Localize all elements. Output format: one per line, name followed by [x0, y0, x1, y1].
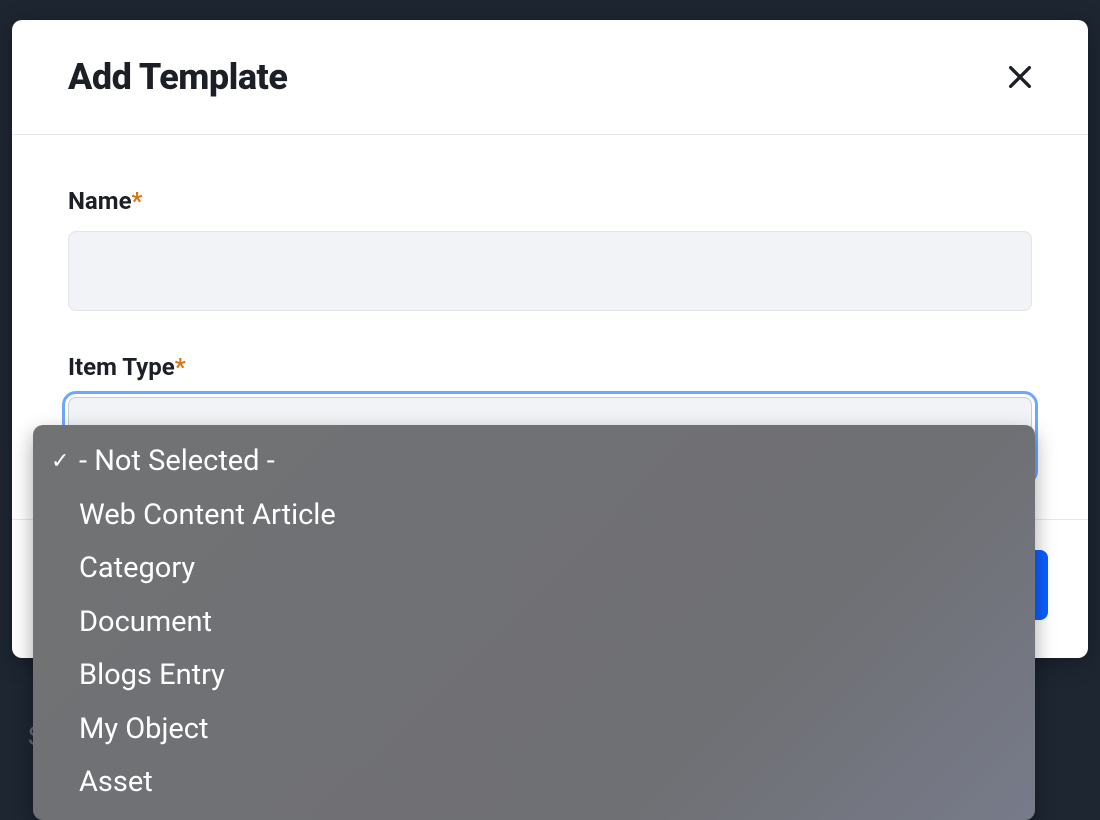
- dropdown-option-my-object[interactable]: My Object: [33, 703, 1035, 757]
- modal-title: Add Template: [68, 56, 287, 98]
- option-label: Blogs Entry: [79, 654, 1017, 698]
- option-label: Category: [79, 547, 1017, 591]
- item-type-label-text: Item Type: [68, 353, 175, 381]
- required-indicator: *: [175, 353, 186, 381]
- name-field-group: Name*: [68, 187, 1032, 311]
- dropdown-option-not-selected[interactable]: ✓ - Not Selected -: [33, 435, 1035, 489]
- check-icon: ✓: [51, 445, 79, 478]
- dropdown-option-category[interactable]: Category: [33, 542, 1035, 596]
- close-button[interactable]: [1000, 57, 1040, 97]
- option-label: Asset: [79, 761, 1017, 805]
- close-icon: [1004, 61, 1036, 93]
- name-label: Name*: [68, 187, 1032, 215]
- option-label: - Not Selected -: [79, 440, 1017, 484]
- option-label: Web Content Article: [79, 494, 1017, 538]
- item-type-dropdown-menu: ✓ - Not Selected - Web Content Article C…: [33, 425, 1035, 820]
- modal-header: Add Template: [12, 20, 1088, 135]
- dropdown-option-asset[interactable]: Asset: [33, 756, 1035, 810]
- dropdown-option-web-content-article[interactable]: Web Content Article: [33, 489, 1035, 543]
- name-input[interactable]: [68, 231, 1032, 311]
- required-indicator: *: [132, 187, 143, 215]
- option-label: My Object: [79, 708, 1017, 752]
- dropdown-option-document[interactable]: Document: [33, 596, 1035, 650]
- item-type-label: Item Type*: [68, 353, 1032, 381]
- dropdown-option-blogs-entry[interactable]: Blogs Entry: [33, 649, 1035, 703]
- option-label: Document: [79, 601, 1017, 645]
- name-label-text: Name: [68, 187, 132, 215]
